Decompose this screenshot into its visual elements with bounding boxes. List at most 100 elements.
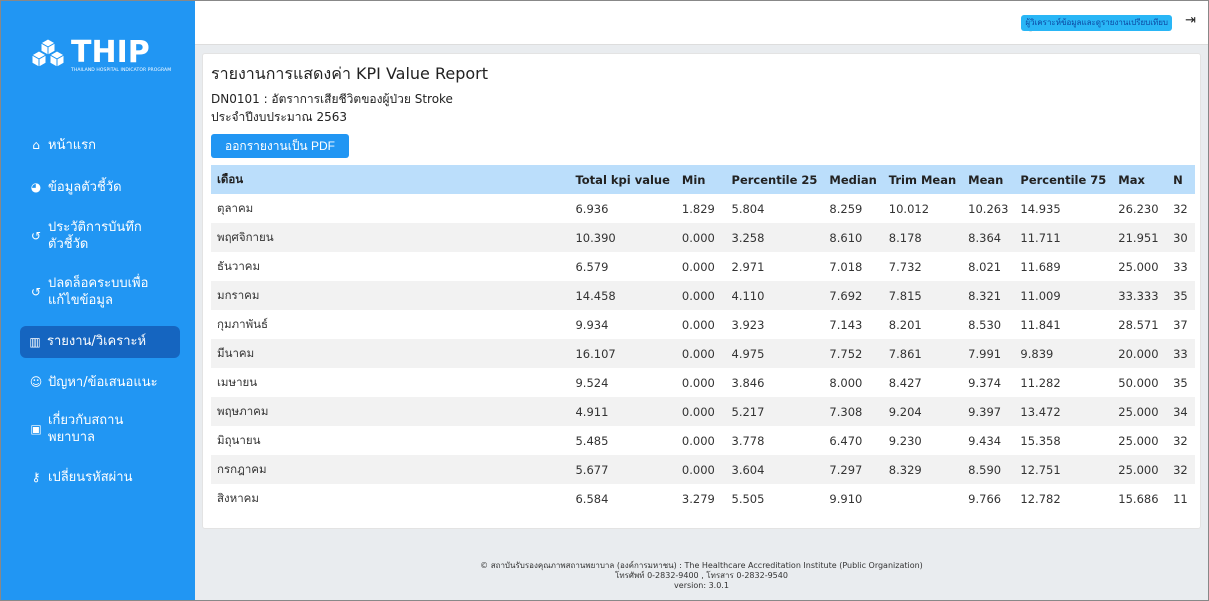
table-row: พฤศจิกายน 10.390 0.000 3.258 8.610 8.178 8.364… [211,223,1195,252]
table-cell: 13.472 [1020,404,1061,419]
table-cell: 35 [1173,375,1188,390]
table-row: มีนาคม 16.107 0.000 4.975 7.752 7.861 7.991 9.8… [211,339,1195,368]
table-cell: 32 [1173,201,1188,216]
top-bar: ผู้วิเคราะห์ รายงาน ผู้วิเคราะห์ข้อมูลแล… [195,1,1208,45]
sidebar-item-history[interactable]: ↺ ประวัติการบันทึก ตัวชี้วัด [21,219,181,253]
table-cell: 7.692 [829,288,863,303]
col-mean: Mean [968,172,1004,187]
table-cell: 11.689 [1020,259,1061,274]
indicator-name: DN0101 : อัตราการเสียชีวิตของผู้ป่วย Str… [211,92,453,106]
table-cell: 25.000 [1118,462,1159,477]
table-cell: 5.217 [731,404,765,419]
history-icon: ↺ [30,229,42,243]
table-cell: 0.000 [681,346,715,361]
home-icon: ⌂ [32,138,40,152]
table-cell: 8.321 [968,288,1002,303]
table-cell: 7.861 [888,346,922,361]
table-cell: 2.971 [731,259,765,274]
table-cell: เมษายน [217,374,258,389]
table-cell: 21.951 [1118,230,1159,245]
table-cell: 8.021 [968,259,1002,274]
table-row: ธันวาคม 6.579 0.000 2.971 7.018 7.732 8.021 11.… [211,252,1195,281]
table-cell: 3.778 [731,433,765,448]
logout-icon[interactable]: ⇥ [1185,13,1196,28]
table-header-row: เดือน Total kpi value Min Percentile 25 … [211,165,1195,194]
kpi-table: เดือน Total kpi value Min Percentile 25 … [211,165,1195,513]
table-cell: 10.263 [968,201,1009,216]
table-cell: 3.258 [731,230,765,245]
table-row: สิงหาคม 6.584 3.279 5.505 9.910 9.766 12.782 15… [211,484,1195,513]
table-cell: 15.686 [1118,491,1159,506]
table-cell: 25.000 [1118,433,1159,448]
table-cell: 9.766 [968,491,1002,506]
table-cell: 28.571 [1118,317,1159,332]
table-row: มกราคม 14.458 0.000 4.110 7.692 7.815 8.321 11.… [211,281,1195,310]
table-cell: 5.485 [575,433,609,448]
table-cell: 0.000 [681,259,715,274]
col-p25: Percentile 25 [731,172,818,187]
table-row: กรกฎาคม 5.677 0.000 3.604 7.297 8.329 8.590 12.… [211,455,1195,484]
table-cell: 7.018 [829,259,863,274]
table-cell: 33 [1173,259,1188,274]
app-window: THIP THAILAND HOSPITAL INDICATOR PROGRAM… [0,0,1209,601]
table-cell: 0.000 [681,288,715,303]
table-cell: 25.000 [1118,259,1159,274]
table-cell: 8.329 [888,462,922,477]
table-cell: 5.505 [731,491,765,506]
table-cell: 33.333 [1118,288,1159,303]
table-cell: 6.936 [575,201,609,216]
table-cell: 12.751 [1020,462,1061,477]
table-cell: 11.841 [1020,317,1061,332]
table-cell: 9.374 [968,375,1002,390]
table-cell: 32 [1173,462,1188,477]
table-row: มิถุนายน 5.485 0.000 3.778 6.470 9.230 9.434 15… [211,426,1195,455]
table-cell: 10.390 [575,230,616,245]
table-cell: 9.204 [888,404,922,419]
table-cell: 15.358 [1020,433,1061,448]
table-cell: 35 [1173,288,1188,303]
export-pdf-button[interactable]: ออกรายงานเป็น PDF [211,134,349,158]
table-cell: 3.279 [681,491,715,506]
logo-wordmark: THIP [71,35,150,70]
table-cell: 7.732 [888,259,922,274]
table-cell: 25.000 [1118,404,1159,419]
footer-copyright: © สถาบันรับรองคุณภาพสถานพยาบาล (องค์การม… [480,561,923,570]
table-cell: 26.230 [1118,201,1159,216]
table-cell: 8.590 [968,462,1002,477]
hospital-icon: ▣ [30,422,42,436]
table-cell: 0.000 [681,375,715,390]
col-p75: Percentile 75 [1020,172,1107,187]
col-median: Median [829,172,877,187]
table-body: ตุลาคม 6.936 1.829 5.804 8.259 10.012 10.263 14… [211,194,1195,513]
table-cell: 50.000 [1118,375,1159,390]
table-cell: 32 [1173,433,1188,448]
footer-version: version: 3.0.1 [674,581,729,590]
table-cell: 0.000 [681,230,715,245]
sidebar-item-hospital[interactable]: ▣ เกี่ยวกับสถาน พยาบาล [21,412,181,446]
table-cell: 8.364 [968,230,1002,245]
table-cell: 20.000 [1118,346,1159,361]
table-cell: มีนาคม [217,345,255,360]
table-cell: 9.434 [968,433,1002,448]
sidebar-item-reports[interactable]: ▥ รายงาน/วิเคราะห์ [20,326,180,358]
table-cell: 7.815 [888,288,922,303]
table-cell: พฤศจิกายน [217,229,274,244]
table-cell: 7.752 [829,346,863,361]
sidebar: THIP THAILAND HOSPITAL INDICATOR PROGRAM… [1,1,195,600]
table-cell: 11 [1173,491,1188,506]
table-cell: 8.178 [888,230,922,245]
table-cell: 8.427 [888,375,922,390]
table-cell: 30 [1173,230,1188,245]
sidebar-item-unlock[interactable]: ↺ ปลดล็อคระบบเพื่อ แก้ไขข้อมูล [21,275,181,309]
sidebar-item-home[interactable]: ⌂ หน้าแรก [21,136,181,154]
sidebar-item-change-password[interactable]: ⚷ เปลี่ยนรหัสผ่าน [21,468,181,486]
table-cell: 7.143 [829,317,863,332]
table-row: พฤษภาคม 4.911 0.000 5.217 7.308 9.204 9.397 13.… [211,397,1195,426]
sidebar-item-indicators[interactable]: ◕ ข้อมูลตัวชี้วัด [21,178,181,196]
sidebar-item-feedback[interactable]: ☺ ปัญหา/ข้อเสนอแนะ [21,373,181,391]
table-cell: 8.610 [829,230,863,245]
table-cell: 11.009 [1020,288,1061,303]
thip-logo[interactable]: THIP THAILAND HOSPITAL INDICATOR PROGRAM [31,35,181,81]
table-row: เมษายน 9.524 0.000 3.846 8.000 8.427 9.374 11.2… [211,368,1195,397]
table-cell: พฤษภาคม [217,403,269,418]
